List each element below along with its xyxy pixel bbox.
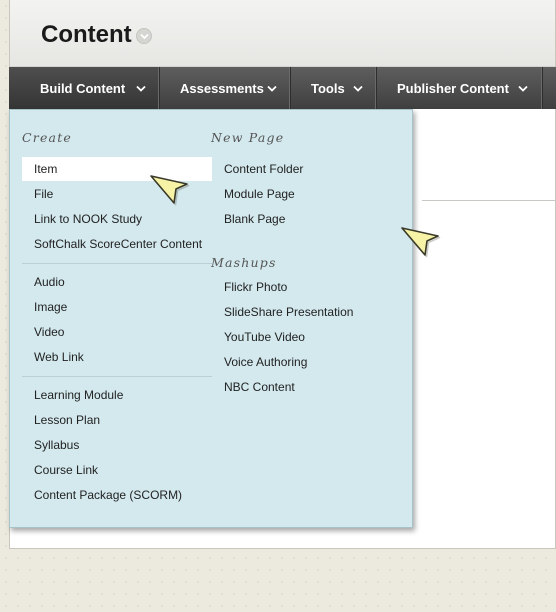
tools-menu[interactable]: Tools xyxy=(291,67,377,109)
build-content-dropdown: Create Item File Link to NOOK Study Soft… xyxy=(9,109,413,528)
chevron-down-icon xyxy=(518,85,528,92)
tools-label: Tools xyxy=(311,80,345,96)
menu-separator xyxy=(22,263,212,264)
pointer-cursor-icon xyxy=(401,227,441,258)
mashups-section-title: Mashups xyxy=(211,255,277,270)
action-nav-bar: Build Content Assessments Tools Publishe… xyxy=(9,67,556,109)
chevron-down-icon xyxy=(136,85,146,92)
menu-item-flickr-photo[interactable]: Flickr Photo xyxy=(224,275,287,299)
menu-item-link-to-nook-study[interactable]: Link to NOOK Study xyxy=(34,207,142,231)
page-title: Content xyxy=(41,21,132,48)
menu-item-learning-module[interactable]: Learning Module xyxy=(34,383,123,407)
menu-item-module-page[interactable]: Module Page xyxy=(224,182,295,206)
build-content-label: Build Content xyxy=(40,80,126,96)
menu-item-content-folder[interactable]: Content Folder xyxy=(224,157,303,181)
menu-item-lesson-plan[interactable]: Lesson Plan xyxy=(34,408,100,432)
menu-item-image[interactable]: Image xyxy=(34,295,67,319)
menu-item-slideshare-presentation[interactable]: SlideShare Presentation xyxy=(224,300,353,324)
new-page-section-title: New Page xyxy=(211,130,285,145)
menu-item-web-link[interactable]: Web Link xyxy=(34,345,84,369)
menu-item-file[interactable]: File xyxy=(34,182,53,206)
menu-item-audio[interactable]: Audio xyxy=(34,270,65,294)
title-bar: Content xyxy=(10,0,555,67)
menu-item-nbc-content[interactable]: NBC Content xyxy=(224,375,295,399)
menu-item-content-package-scorm[interactable]: Content Package (SCORM) xyxy=(34,483,182,507)
menu-item-voice-authoring[interactable]: Voice Authoring xyxy=(224,350,307,374)
menu-item-blank-page[interactable]: Blank Page xyxy=(224,207,285,231)
publisher-content-label: Publisher Content xyxy=(397,80,509,96)
assessments-menu[interactable]: Assessments xyxy=(160,67,291,109)
menu-item-syllabus[interactable]: Syllabus xyxy=(34,433,79,457)
menu-item-softchalk-scorecenter-content[interactable]: SoftChalk ScoreCenter Content xyxy=(34,232,202,256)
chevron-down-circle-icon[interactable] xyxy=(136,28,152,44)
build-content-menu[interactable]: Build Content xyxy=(9,67,160,109)
assessments-label: Assessments xyxy=(180,80,264,96)
menu-item-youtube-video[interactable]: YouTube Video xyxy=(224,325,305,349)
menu-separator xyxy=(22,376,212,377)
chevron-down-icon xyxy=(353,85,363,92)
publisher-content-menu[interactable]: Publisher Content xyxy=(377,67,543,109)
chevron-down-icon xyxy=(267,85,277,92)
menu-item-video[interactable]: Video xyxy=(34,320,64,344)
menu-item-course-link[interactable]: Course Link xyxy=(34,458,98,482)
create-section-title: Create xyxy=(22,130,73,145)
pointer-cursor-icon xyxy=(150,175,190,206)
content-divider xyxy=(422,200,556,201)
